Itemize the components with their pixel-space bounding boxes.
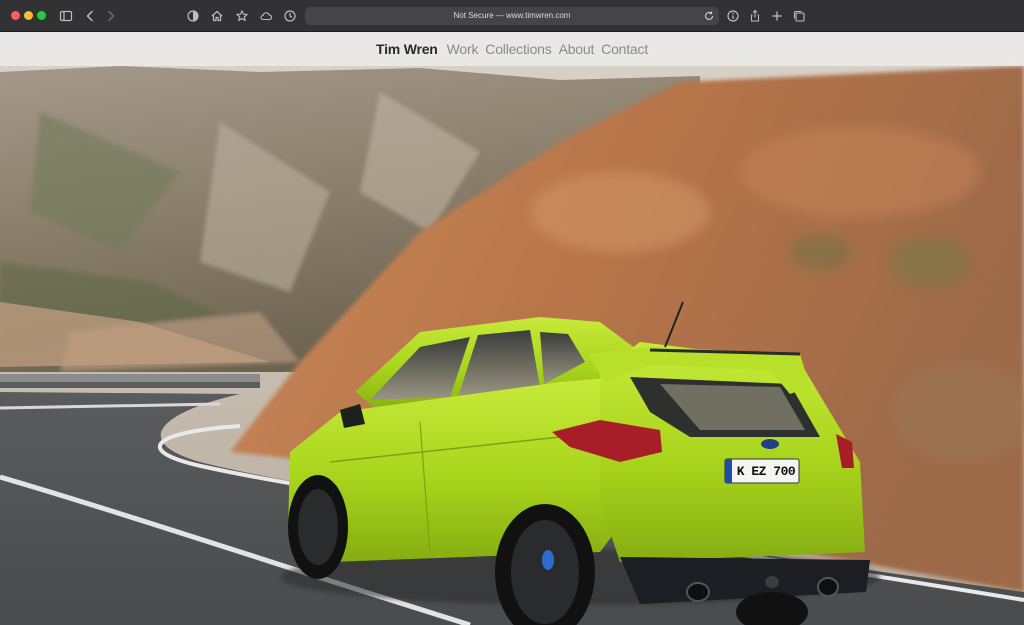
address-bar[interactable]: Not Secure — www.timwren.com: [305, 7, 719, 25]
nav-link-about[interactable]: About: [559, 41, 595, 57]
shield-icon[interactable]: [183, 6, 203, 26]
web-page: K EZ 700 Tim Wren Work Collections About…: [0, 32, 1024, 625]
home-icon[interactable]: [207, 6, 227, 26]
forward-icon[interactable]: [101, 6, 121, 26]
share-icon[interactable]: [745, 6, 765, 26]
nav-link-collections[interactable]: Collections: [485, 41, 551, 57]
close-window-button[interactable]: [11, 11, 20, 20]
brand-link[interactable]: Tim Wren: [376, 41, 438, 57]
back-icon[interactable]: [80, 6, 100, 26]
star-icon[interactable]: [232, 6, 252, 26]
address-text: Not Secure — www.timwren.com: [453, 11, 571, 20]
minimize-window-button[interactable]: [24, 11, 33, 20]
history-icon[interactable]: [280, 6, 300, 26]
tabs-icon[interactable]: [789, 6, 809, 26]
nav-link-work[interactable]: Work: [447, 41, 479, 57]
hero-photo: [0, 32, 1024, 625]
site-nav: Tim Wren Work Collections About Contact: [0, 32, 1024, 66]
cloud-icon[interactable]: [256, 6, 276, 26]
nav-link-contact[interactable]: Contact: [601, 41, 648, 57]
sidebar-icon[interactable]: [56, 6, 76, 26]
info-icon[interactable]: [723, 6, 743, 26]
browser-toolbar: Not Secure — www.timwren.com: [0, 0, 1024, 32]
license-plate-text: K EZ 700: [736, 464, 796, 479]
zoom-window-button[interactable]: [37, 11, 46, 20]
plus-icon[interactable]: [767, 6, 787, 26]
reload-icon[interactable]: [703, 10, 715, 22]
